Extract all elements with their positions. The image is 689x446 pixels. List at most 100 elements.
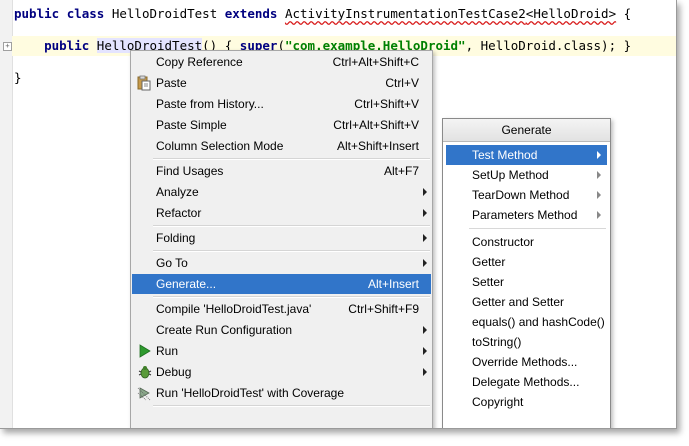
generate-popup-title: Generate bbox=[443, 119, 610, 142]
constructor-rest: , HelloDroid.class); } bbox=[465, 38, 632, 53]
menu-item-label: Paste from History... bbox=[156, 97, 264, 111]
generate-separator bbox=[469, 228, 606, 229]
editor-gutter: + bbox=[0, 0, 13, 428]
menu-item-copy-reference[interactable]: Copy Reference Ctrl+Alt+Shift+C bbox=[132, 52, 431, 72]
menu-item-create-run-configuration[interactable]: Create Run Configuration bbox=[132, 320, 431, 340]
submenu-arrow-icon bbox=[597, 151, 601, 159]
generate-item-label: Parameters Method bbox=[472, 208, 578, 222]
generate-popup: Generate Test Method SetUp Method TearDo… bbox=[442, 118, 611, 428]
menu-item-find-usages[interactable]: Find Usages Alt+F7 bbox=[132, 161, 431, 181]
generate-item-copyright[interactable]: Copyright bbox=[446, 392, 607, 412]
generate-item-delegate-methods[interactable]: Delegate Methods... bbox=[446, 372, 607, 392]
menu-separator bbox=[153, 250, 430, 252]
code-line-close-brace[interactable]: } bbox=[14, 68, 22, 88]
menu-item-shortcut: Ctrl+Alt+Shift+V bbox=[333, 118, 419, 132]
generate-item-tostring[interactable]: toString() bbox=[446, 332, 607, 352]
generate-item-getter-and-setter[interactable]: Getter and Setter bbox=[446, 292, 607, 312]
submenu-arrow-icon bbox=[423, 259, 427, 267]
generate-item-label: SetUp Method bbox=[472, 168, 549, 182]
menu-item-paste-simple[interactable]: Paste Simple Ctrl+Alt+Shift+V bbox=[132, 115, 431, 135]
menu-item-shortcut: Ctrl+Shift+V bbox=[354, 97, 419, 111]
keyword-extends: extends bbox=[224, 6, 278, 21]
submenu-arrow-icon bbox=[423, 234, 427, 242]
menu-item-run[interactable]: Run bbox=[132, 341, 431, 361]
keyword-public: public bbox=[44, 38, 90, 53]
menu-item-label: Debug bbox=[156, 365, 192, 379]
code-line-class-declaration[interactable]: public class HelloDroidTest extends Acti… bbox=[14, 4, 631, 24]
generate-item-equals-hashcode[interactable]: equals() and hashCode() bbox=[446, 312, 607, 332]
menu-separator bbox=[153, 405, 430, 407]
generate-item-label: Copyright bbox=[472, 395, 524, 409]
menu-item-debug[interactable]: Debug bbox=[132, 362, 431, 382]
menu-item-generate[interactable]: Generate... Alt+Insert bbox=[132, 274, 431, 294]
run-icon bbox=[139, 344, 151, 358]
menu-item-label: Create Run Configuration bbox=[156, 323, 293, 337]
submenu-arrow-icon bbox=[597, 211, 601, 219]
menu-item-label: Find Usages bbox=[156, 164, 224, 178]
keyword-public: public bbox=[14, 6, 60, 21]
menu-item-paste-from-history[interactable]: Paste from History... Ctrl+Shift+V bbox=[132, 94, 431, 114]
menu-item-run-with-coverage[interactable]: Run 'HelloDroidTest' with Coverage bbox=[132, 383, 431, 403]
screenshot-frame: + public class HelloDroidTest extends Ac… bbox=[0, 0, 677, 429]
menu-item-label: Compile 'HelloDroidTest.java' bbox=[156, 302, 312, 316]
submenu-arrow-icon bbox=[597, 171, 601, 179]
generate-item-label: Delegate Methods... bbox=[472, 375, 580, 389]
menu-separator bbox=[153, 225, 430, 227]
generate-item-parameters-method[interactable]: Parameters Method bbox=[446, 205, 607, 225]
fold-expand-icon[interactable]: + bbox=[3, 42, 12, 51]
generic-type: <HelloDroid> bbox=[525, 6, 617, 21]
menu-item-label: Go To bbox=[156, 256, 188, 270]
menu-item-shortcut: Ctrl+Shift+F9 bbox=[348, 302, 419, 316]
generate-item-test-method[interactable]: Test Method bbox=[446, 145, 607, 165]
menu-item-compile[interactable]: Compile 'HelloDroidTest.java' Ctrl+Shift… bbox=[132, 299, 431, 319]
generate-item-override-methods[interactable]: Override Methods... bbox=[446, 352, 607, 372]
menu-item-analyze[interactable]: Analyze bbox=[132, 182, 431, 202]
submenu-arrow-icon bbox=[423, 326, 427, 334]
menu-item-label: Copy Reference bbox=[156, 55, 243, 69]
menu-item-refactor[interactable]: Refactor bbox=[132, 203, 431, 223]
menu-item-label: Run bbox=[156, 344, 179, 358]
generate-item-label: Getter and Setter bbox=[472, 295, 565, 309]
menu-separator bbox=[153, 158, 430, 160]
base-class-name: ActivityInstrumentationTestCase2 bbox=[284, 6, 526, 21]
generate-item-label: Getter bbox=[472, 255, 506, 269]
keyword-class: class bbox=[66, 6, 105, 21]
generate-item-constructor[interactable]: Constructor bbox=[446, 232, 607, 252]
class-name: HelloDroidTest bbox=[111, 6, 218, 21]
generate-item-label: Override Methods... bbox=[472, 355, 578, 369]
submenu-arrow-icon bbox=[423, 347, 427, 355]
coverage-icon bbox=[137, 387, 151, 401]
menu-item-label: Paste Simple bbox=[156, 118, 227, 132]
menu-item-go-to[interactable]: Go To bbox=[132, 253, 431, 273]
menu-item-shortcut: Ctrl+Alt+Shift+C bbox=[332, 55, 419, 69]
generate-item-label: Setter bbox=[472, 275, 505, 289]
generate-item-getter[interactable]: Getter bbox=[446, 252, 607, 272]
menu-item-label: Column Selection Mode bbox=[156, 139, 284, 153]
generate-item-setup-method[interactable]: SetUp Method bbox=[446, 165, 607, 185]
menu-item-shortcut: Alt+F7 bbox=[383, 164, 419, 178]
menu-item-label: Analyze bbox=[156, 185, 199, 199]
generate-item-label: TearDown Method bbox=[472, 188, 570, 202]
menu-item-label: Run 'HelloDroidTest' with Coverage bbox=[156, 386, 344, 400]
submenu-arrow-icon bbox=[423, 368, 427, 376]
menu-item-label: Refactor bbox=[156, 206, 202, 220]
debug-icon bbox=[138, 366, 152, 379]
menu-item-label: Generate... bbox=[156, 277, 217, 291]
menu-item-label: Folding bbox=[156, 231, 196, 245]
menu-item-shortcut: Alt+Insert bbox=[367, 277, 419, 291]
menu-item-paste[interactable]: Paste Ctrl+V bbox=[132, 73, 431, 93]
generate-item-label: toString() bbox=[472, 335, 522, 349]
submenu-arrow-icon bbox=[423, 188, 427, 196]
menu-separator bbox=[153, 296, 430, 298]
generate-item-label: Constructor bbox=[472, 235, 535, 249]
menu-item-folding[interactable]: Folding bbox=[132, 228, 431, 248]
menu-item-shortcut: Alt+Shift+Insert bbox=[336, 139, 419, 153]
paste-icon bbox=[137, 75, 151, 91]
generate-item-label: Test Method bbox=[472, 148, 538, 162]
menu-item-label: Paste bbox=[156, 76, 187, 90]
generate-item-setter[interactable]: Setter bbox=[446, 272, 607, 292]
menu-item-column-selection-mode[interactable]: Column Selection Mode Alt+Shift+Insert bbox=[132, 136, 431, 156]
open-brace: { bbox=[623, 6, 632, 21]
generate-item-teardown-method[interactable]: TearDown Method bbox=[446, 185, 607, 205]
submenu-arrow-icon bbox=[423, 209, 427, 217]
